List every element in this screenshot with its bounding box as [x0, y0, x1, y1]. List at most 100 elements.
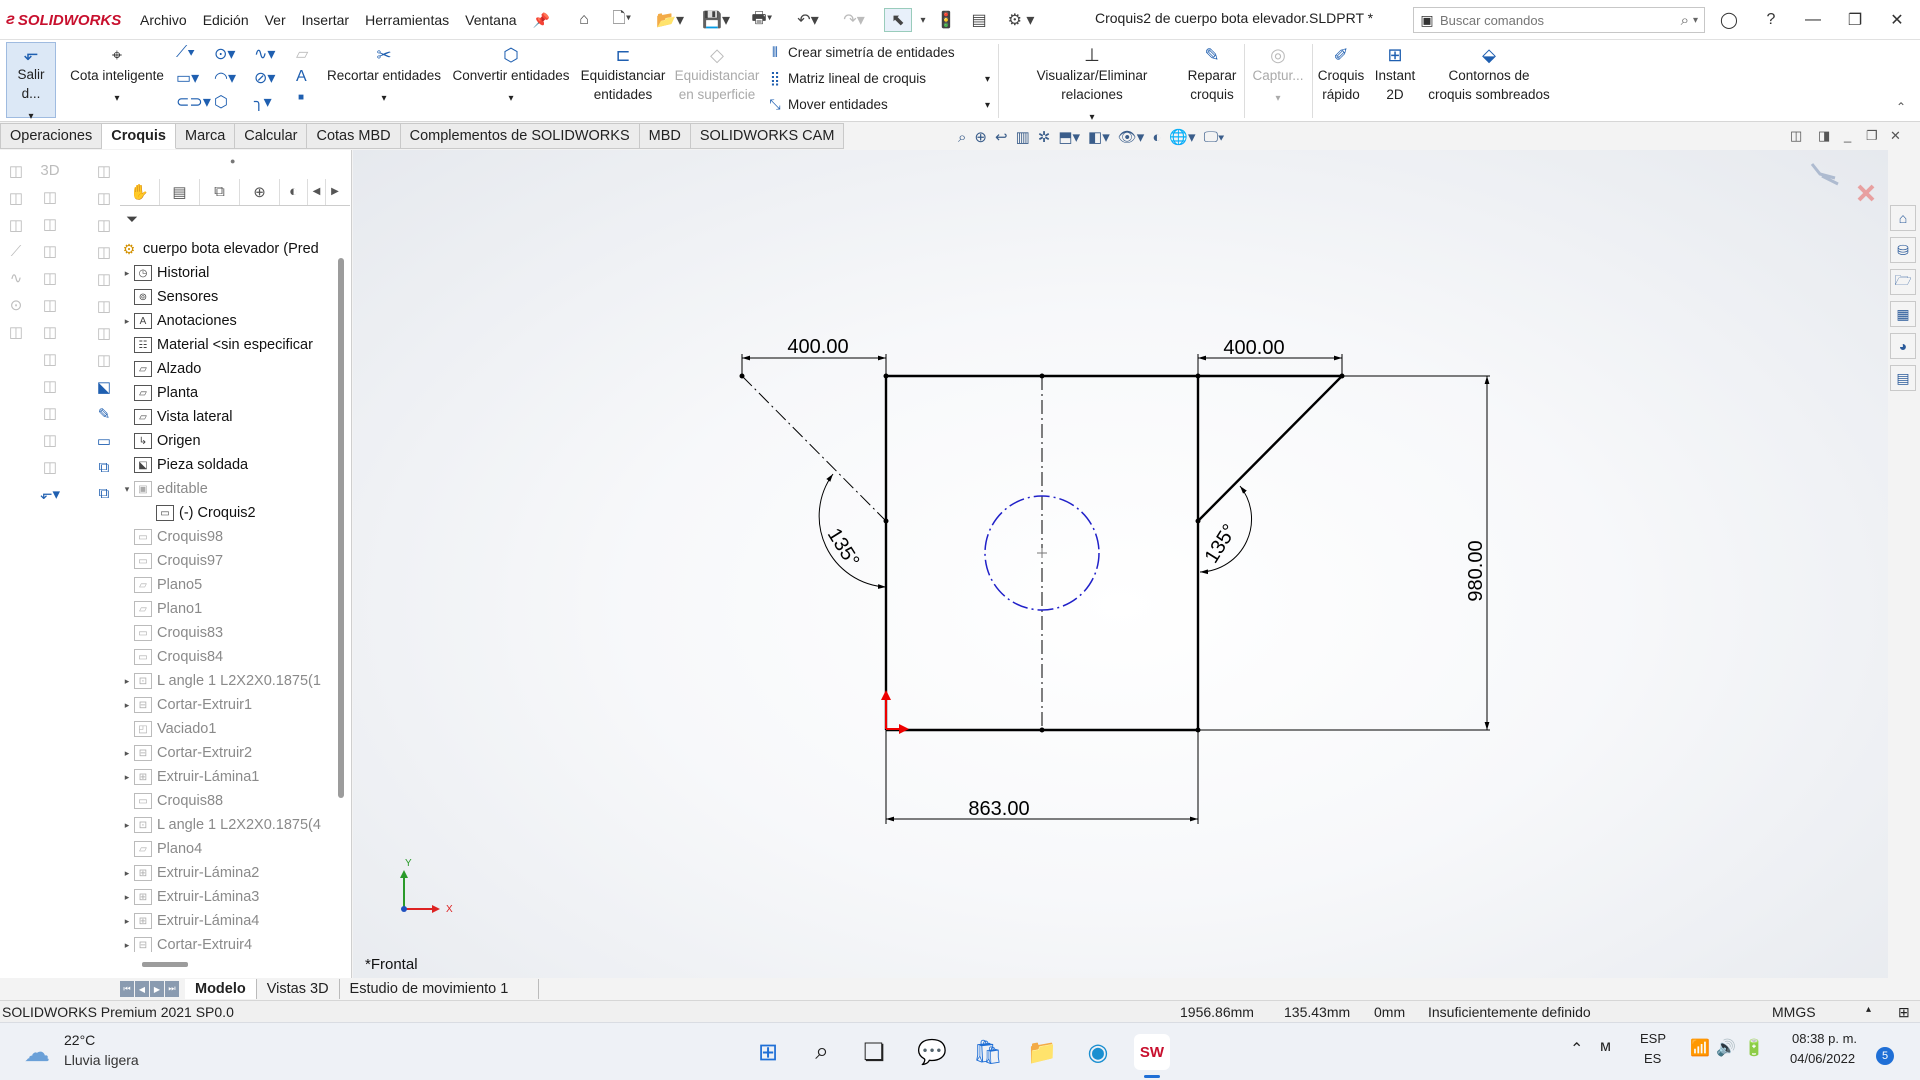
move-entities-button[interactable]: ⤡ Mover entidades	[766, 96, 887, 113]
sketch-point[interactable]	[739, 373, 745, 379]
menu-herramientas[interactable]: Herramientas	[365, 12, 449, 28]
tab-mbd[interactable]: MBD	[639, 123, 691, 149]
copy-tool-icon[interactable]: ⧉	[99, 459, 110, 476]
dimxpert-tab-icon[interactable]: ⊕	[240, 178, 280, 205]
pattern-dropdown-icon[interactable]: ▾	[985, 74, 990, 85]
view-minimize-icon[interactable]: _	[1844, 128, 1851, 143]
new-document-icon[interactable]: 🗋▾	[604, 8, 640, 32]
offset-entities-button[interactable]: ⊏ Equidistanciar entidades	[580, 44, 666, 104]
tree-item[interactable]: ▭ Croquis84	[120, 645, 332, 669]
tab-marca[interactable]: Marca	[176, 123, 236, 149]
options-gear-icon[interactable]: ⚙ ▾	[1000, 8, 1042, 32]
open-icon[interactable]: 📂▾	[650, 8, 690, 32]
display-relations-button[interactable]: ⊥ Visualizar/Eliminar relaciones ▾	[1004, 44, 1180, 127]
shaded-sketch-contours-button[interactable]: ⬙ Contornos de croquis sombreados	[1422, 44, 1556, 104]
instant-2d-button[interactable]: ⊞ Instant 2D	[1370, 44, 1420, 104]
expand-arrow-icon[interactable]: ▸	[120, 316, 134, 327]
circle-icon[interactable]: ⊙▾	[214, 44, 235, 64]
feature-manager-tab-icon[interactable]: ✋	[120, 178, 160, 205]
tree-item[interactable]: ▸ ⊟ Cortar-Extruir1	[120, 693, 332, 717]
weather-rain-icon[interactable]: ☁	[24, 1037, 50, 1068]
tabs-right-arrow-icon[interactable]: ▶	[326, 179, 344, 205]
sketch-point[interactable]	[1039, 727, 1045, 733]
task-view-icon[interactable]: ❏	[856, 1034, 892, 1070]
expand-arrow-icon[interactable]: ▸	[120, 916, 134, 927]
hide-show-icon[interactable]: 👁▾	[1118, 128, 1145, 146]
edge-icon[interactable]: ◉	[1080, 1034, 1116, 1070]
menu-insertar[interactable]: Insertar	[302, 12, 349, 28]
tab-croquis[interactable]: Croquis	[102, 123, 176, 149]
rectangle-icon[interactable]: ▭▾	[176, 68, 199, 88]
display-style-icon[interactable]: ◧▾	[1088, 128, 1110, 146]
solidworks-taskbar-icon[interactable]: SW	[1134, 1034, 1170, 1070]
tree-item[interactable]: ⬕ Pieza soldada	[120, 453, 332, 477]
redo-icon[interactable]: ↷▾	[834, 8, 874, 32]
angle-arc-left[interactable]	[818, 473, 887, 589]
dim-text-top-left[interactable]: 400.00	[787, 336, 848, 358]
file-explorer-icon[interactable]: 📁	[1024, 1034, 1060, 1070]
tile-left-icon[interactable]: ◫	[1790, 128, 1802, 144]
tree-item[interactable]: ▱ Vista lateral	[120, 405, 332, 429]
configuration-manager-tab-icon[interactable]: ⧉	[200, 178, 240, 205]
expand-arrow-icon[interactable]: ▸	[120, 748, 134, 759]
tab-vistas-3d[interactable]: Vistas 3D	[257, 979, 340, 999]
view-settings-icon[interactable]: 🖵▾	[1204, 129, 1225, 146]
polygon2-icon[interactable]: ⬡	[214, 92, 228, 112]
view-palette-tab-icon[interactable]: ▦	[1890, 301, 1916, 327]
diagonal-line[interactable]	[1197, 375, 1343, 522]
repair-sketch-button[interactable]: ✎ Reparar croquis	[1184, 44, 1240, 104]
tab-complementos[interactable]: Complementos de SOLIDWORKS	[400, 123, 640, 149]
tab-solidworks-cam[interactable]: SOLIDWORKS CAM	[690, 123, 845, 149]
menu-ver[interactable]: Ver	[265, 12, 286, 28]
construction-line-left[interactable]	[741, 375, 887, 522]
prev-tab-icon[interactable]: ◀	[135, 981, 149, 997]
view-orientation-icon[interactable]: ⬒▾	[1058, 128, 1080, 146]
tab-operaciones[interactable]: Operaciones	[0, 123, 103, 149]
filter-icon[interactable]: ⏷	[126, 211, 138, 228]
taskbar-search-icon[interactable]: ⌕	[804, 1034, 840, 1070]
tree-item[interactable]: ▸ ⊡ L angle 1 L2X2X0.1875(4	[120, 813, 332, 837]
tile-right-icon[interactable]: ◨	[1818, 128, 1830, 144]
tab-cotas-mbd[interactable]: Cotas MBD	[307, 123, 401, 149]
tree-item[interactable]: ▭ Croquis83	[120, 621, 332, 645]
tree-root[interactable]: ⚙ cuerpo bota elevador (Pred	[120, 237, 332, 261]
exit-sketch-corner-icon[interactable]	[1810, 163, 1839, 186]
volume-icon[interactable]: 🔊	[1716, 1038, 1736, 1058]
language-code[interactable]: ESP	[1640, 1031, 1666, 1046]
tree-item[interactable]: ▸ ◷ Historial	[120, 261, 332, 285]
wifi-icon[interactable]: 📶	[1690, 1038, 1710, 1058]
plane-sketch-icon[interactable]: ▱	[296, 44, 308, 64]
edit-tool-icon[interactable]: ✎	[98, 405, 111, 423]
capture-dropdown-icon[interactable]: ▾	[1275, 89, 1280, 108]
property-manager-tab-icon[interactable]: ▤	[160, 178, 200, 205]
expand-arrow-icon[interactable]: ▸	[120, 868, 134, 879]
convert-dropdown-icon[interactable]: ▾	[508, 89, 513, 108]
tree-item[interactable]: ▸ ⊞ Extruir-Lámina1	[120, 765, 332, 789]
appearances-tab-icon[interactable]: ◕	[1890, 333, 1916, 359]
dim-text-top-right[interactable]: 400.00	[1223, 337, 1284, 359]
rebuild-icon[interactable]: 🚦	[936, 8, 956, 32]
tree-item[interactable]: ▾ ▣ editable	[120, 477, 332, 501]
sketch-point[interactable]	[1339, 373, 1345, 379]
sketch-point[interactable]	[1039, 373, 1045, 379]
undo-icon[interactable]: ↶▾	[788, 8, 828, 32]
tree-item[interactable]: ◰ Vaciado1	[120, 717, 332, 741]
expand-arrow-icon[interactable]: ▸	[120, 772, 134, 783]
previous-view-icon[interactable]: ↩	[995, 128, 1008, 146]
weather-desc[interactable]: Lluvia ligera	[64, 1052, 139, 1068]
tree-item[interactable]: ▸ A Anotaciones	[120, 309, 332, 333]
menu-ventana[interactable]: Ventana	[465, 12, 516, 28]
line-icon[interactable]: ⟋▾	[176, 44, 195, 62]
select-dropdown-icon[interactable]: ▾	[916, 8, 930, 32]
tree-item[interactable]: ▸ ⊡ L angle 1 L2X2X0.1875(1	[120, 669, 332, 693]
quick-sketch-button[interactable]: ✐ Croquis rápido	[1316, 44, 1366, 104]
offset-surface-button[interactable]: ◇ Equidistanciar en superficie	[672, 44, 762, 104]
menu-archivo[interactable]: Archivo	[140, 12, 187, 28]
view-restore-icon[interactable]: ❐	[1866, 128, 1878, 144]
tree-item[interactable]: ▱ Plano4	[120, 837, 332, 861]
weather-temp[interactable]: 22°C	[64, 1032, 95, 1048]
account-icon[interactable]: ◯	[1712, 6, 1746, 34]
expand-arrow-icon[interactable]: ▸	[120, 940, 134, 951]
tree-item[interactable]: ▱ Alzado	[120, 357, 332, 381]
solidworks-logo[interactable]: ƨ SOLIDWORKS	[6, 8, 121, 32]
